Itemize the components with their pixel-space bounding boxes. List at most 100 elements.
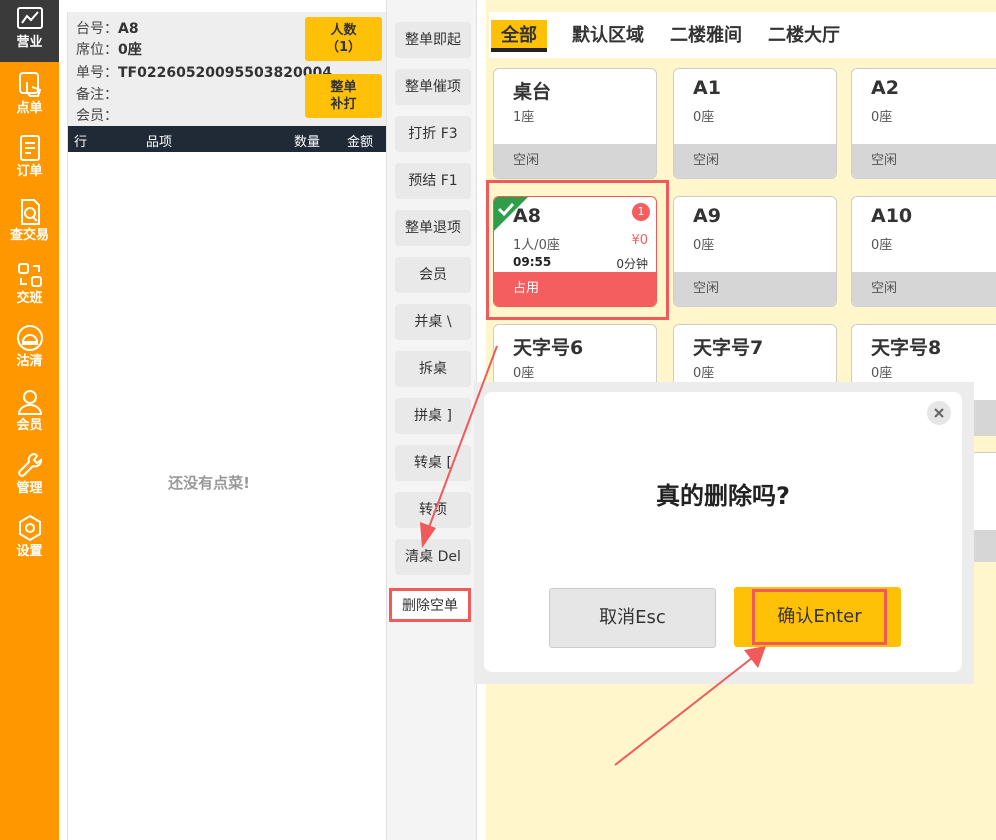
empty-order-text: 还没有点菜!: [168, 474, 250, 492]
table-seats: 0座: [871, 366, 893, 381]
table-seats: 0座: [871, 238, 893, 253]
nav-item-orders[interactable]: 订单: [0, 129, 59, 191]
action-delete-empty-order-button[interactable]: 删除空单: [389, 588, 471, 622]
order-header: 台号：A8 席位：0座 单号：TF02260520095503820004 备注…: [68, 12, 386, 126]
dialog-close-button[interactable]: [927, 401, 951, 425]
table-guests: 1人/0座: [513, 238, 560, 253]
action-member-button[interactable]: 会员: [395, 257, 471, 293]
tab-2f-hall[interactable]: 二楼大厅: [768, 20, 840, 52]
table-amount: ¥0: [631, 233, 648, 248]
table-seats: 0座: [513, 366, 535, 381]
table-name: 天字号7: [693, 337, 764, 359]
table-card-occupied[interactable]: A8 1 1人/0座 ¥0 09:55 0分钟 占用: [493, 196, 657, 307]
nav-label: 营业: [16, 35, 43, 50]
member-label: 会员：: [76, 108, 118, 124]
col-item: 品项: [146, 135, 173, 150]
tab-2f-private[interactable]: 二楼雅间: [670, 20, 742, 52]
table-open-time: 09:55: [513, 255, 552, 269]
reprint-btn-line2: 补打: [330, 97, 357, 112]
table-card[interactable]: A2 0座 空闲: [851, 68, 996, 179]
dialog-title: 真的删除吗?: [656, 482, 790, 510]
table-name: A2: [871, 77, 899, 99]
table-status: 空闲: [674, 272, 836, 306]
hand-tap-icon: [18, 72, 41, 97]
tab-default-area[interactable]: 默认区域: [572, 20, 644, 52]
app-root: 营业 点单 订单 查交易 交班 沽清 会员 管理 设置 台号：A8 席位：0座 …: [0, 0, 996, 840]
table-name: 天字号6: [513, 337, 584, 359]
table-status: 空闲: [674, 144, 836, 178]
table-name: A8: [513, 205, 541, 227]
seat-value: 0座: [118, 42, 142, 58]
nav-label: 订单: [16, 164, 43, 179]
left-nav: 营业 点单 订单 查交易 交班 沽清 会员 管理 设置: [0, 0, 59, 840]
col-amount: 金额: [347, 135, 374, 150]
action-rush-all-button[interactable]: 整单催项: [395, 69, 471, 105]
reprint-order-button[interactable]: 整单 补打: [305, 74, 382, 118]
search-doc-icon: [20, 199, 40, 225]
nav-item-transactions[interactable]: 查交易: [0, 193, 59, 255]
nav-label: 管理: [16, 481, 43, 496]
nav-label: 沽清: [16, 354, 43, 369]
order-number: 单号：TF02260520095503820004: [76, 62, 332, 82]
note-label: 备注：: [76, 87, 118, 103]
nav-label: 点单: [16, 101, 43, 116]
action-join-table-button[interactable]: 拼桌 ]: [395, 398, 471, 434]
action-column: 整单即起 整单催项 打折 F3 预结 F1 整单退项 会员 并桌 \ 拆桌 拼桌…: [386, 0, 477, 840]
dish-cover-icon: [16, 325, 43, 351]
people-btn-line1: 人数: [330, 23, 357, 38]
order-number-value: TF02260520095503820004: [118, 65, 332, 81]
table-name: A1: [693, 77, 721, 99]
table-name: 天字号8: [871, 337, 942, 359]
action-return-all-button[interactable]: 整单退项: [395, 210, 471, 246]
table-label: 台号：: [76, 21, 118, 37]
tab-all[interactable]: 全部: [491, 20, 547, 52]
chart-icon: [16, 7, 43, 29]
table-seats: 0座: [693, 238, 715, 253]
table-seats: 0座: [693, 366, 715, 381]
order-number-label: 单号：: [76, 65, 118, 81]
seat-info: 席位：0座: [76, 39, 142, 59]
action-clear-table-button[interactable]: 清桌 Del: [395, 539, 471, 575]
table-seats: 0座: [871, 110, 893, 125]
table-card[interactable]: A1 0座 空闲: [673, 68, 837, 179]
people-count-button[interactable]: 人数 （1）: [305, 17, 382, 61]
nav-label: 查交易: [9, 228, 49, 243]
table-status: 占用: [494, 272, 656, 306]
table-status: 空闲: [852, 144, 996, 178]
close-icon: [934, 408, 944, 418]
order-count-badge: 1: [632, 203, 650, 221]
people-btn-line2: （1）: [325, 40, 362, 55]
confirm-button[interactable]: 确认Enter: [734, 587, 901, 647]
nav-label: 设置: [16, 544, 43, 559]
action-split-table-button[interactable]: 拆桌: [395, 351, 471, 387]
action-fire-all-button[interactable]: 整单即起: [395, 22, 471, 58]
nav-item-soldout[interactable]: 沽清: [0, 319, 59, 381]
table-number: 台号：A8: [76, 18, 139, 38]
table-card[interactable]: 桌台 1座 空闲: [493, 68, 657, 179]
order-panel: 台号：A8 席位：0座 单号：TF02260520095503820004 备注…: [67, 12, 386, 840]
table-card[interactable]: A9 0座 空闲: [673, 196, 837, 307]
action-prebill-button[interactable]: 预结 F1: [395, 163, 471, 199]
action-discount-button[interactable]: 打折 F3: [395, 116, 471, 152]
nav-item-manage[interactable]: 管理: [0, 446, 59, 508]
nav-item-shift[interactable]: 交班: [0, 256, 59, 318]
table-value: A8: [118, 21, 139, 37]
table-card[interactable]: A10 0座 空闲: [851, 196, 996, 307]
action-transfer-item-button[interactable]: 转项: [395, 492, 471, 528]
cancel-button[interactable]: 取消Esc: [549, 588, 716, 648]
nav-item-order[interactable]: 点单: [0, 66, 59, 128]
gear-icon: [18, 514, 41, 542]
reprint-btn-line1: 整单: [330, 80, 357, 95]
table-status: 空闲: [852, 272, 996, 306]
action-transfer-table-button[interactable]: 转桌 [: [395, 445, 471, 481]
nav-item-settings[interactable]: 设置: [0, 509, 59, 571]
nav-label: 会员: [16, 418, 43, 433]
table-status: 空闲: [494, 144, 656, 178]
col-qty: 数量: [294, 135, 321, 150]
table-seats: 0座: [693, 110, 715, 125]
nav-item-member[interactable]: 会员: [0, 383, 59, 445]
action-merge-table-button[interactable]: 并桌 \: [395, 304, 471, 340]
wrench-icon: [17, 453, 42, 477]
confirm-button-label: 确认Enter: [752, 589, 887, 645]
nav-item-business[interactable]: 营业: [0, 0, 59, 62]
